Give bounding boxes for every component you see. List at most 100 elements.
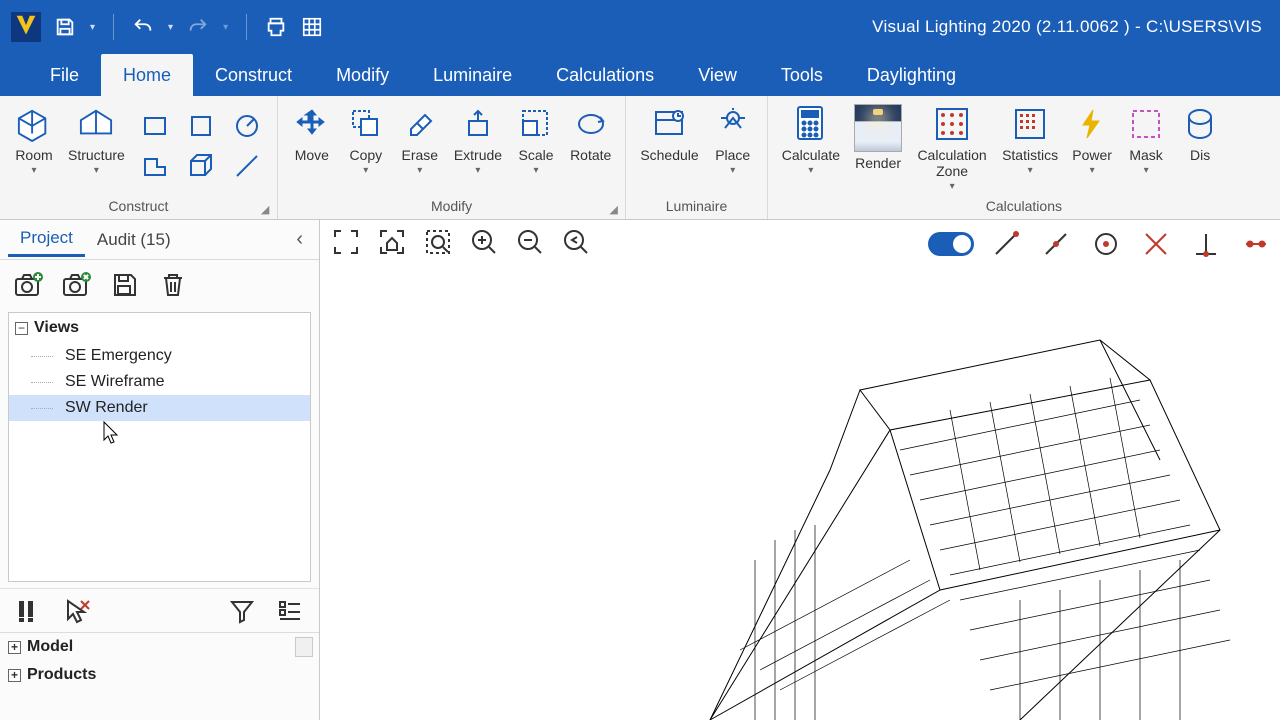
render-button[interactable]: Render <box>848 100 908 171</box>
ribbon-group-construct: Room ▾ Structure ▾ Co <box>0 96 278 219</box>
select-cancel-button[interactable] <box>60 594 94 628</box>
calc-zone-icon <box>932 104 972 144</box>
move-button[interactable]: Move <box>286 100 338 163</box>
filter-button[interactable] <box>225 594 259 628</box>
polygon-tool[interactable] <box>137 148 173 184</box>
quick-access-toolbar: ▾ ▾ ▾ <box>54 14 323 40</box>
sidebar-collapse-button[interactable]: ‹ <box>288 228 311 251</box>
menu-bar: File Home Construct Modify Luminaire Cal… <box>0 54 1280 96</box>
tab-luminaire[interactable]: Luminaire <box>411 54 534 96</box>
zoom-in-button[interactable] <box>466 224 502 260</box>
calc-zone-button[interactable]: Calculation Zone▾ <box>910 100 994 192</box>
tab-modify[interactable]: Modify <box>314 54 411 96</box>
render-icon <box>854 104 902 152</box>
qat-caret-2[interactable]: ▾ <box>168 22 173 33</box>
ribbon-group-calculations: Calculate▾ Render Calculation Zone▾ Stat… <box>768 96 1280 219</box>
tree-item-se-emergency[interactable]: SE Emergency <box>9 343 310 369</box>
extrude-button[interactable]: Extrude▾ <box>448 100 508 176</box>
zoom-out-button[interactable] <box>512 224 548 260</box>
camera-add-button[interactable] <box>12 268 46 302</box>
calculator-icon <box>791 104 831 144</box>
mask-button[interactable]: Mask▾ <box>1120 100 1172 176</box>
mask-icon <box>1126 104 1166 144</box>
snap-center-button[interactable] <box>1088 226 1124 262</box>
room-button[interactable]: Room ▾ <box>8 100 60 176</box>
modify-launcher[interactable]: ◢ <box>609 203 621 215</box>
structure-button[interactable]: Structure ▾ <box>62 100 131 176</box>
list-options-button[interactable] <box>273 594 307 628</box>
undo-button[interactable] <box>132 16 154 38</box>
power-button[interactable]: Power▾ <box>1066 100 1118 176</box>
viewport[interactable] <box>320 220 1280 720</box>
room-icon <box>14 104 54 144</box>
tree-item-se-wireframe[interactable]: SE Wireframe <box>9 369 310 395</box>
window-title: Visual Lighting 2020 (2.11.0062 ) - C:\U… <box>323 17 1272 37</box>
tab-home[interactable]: Home <box>101 54 193 96</box>
box3d-tool[interactable] <box>183 148 219 184</box>
sidebar-tab-audit[interactable]: Audit (15) <box>85 224 183 256</box>
distribution-button[interactable]: Dis <box>1174 100 1226 163</box>
zoom-region-button[interactable] <box>420 224 456 260</box>
app-logo <box>8 9 44 45</box>
print-button[interactable] <box>265 16 287 38</box>
scrollbar[interactable] <box>295 637 313 657</box>
tree-root-views[interactable]: − Views <box>9 313 310 343</box>
rectangle-tool[interactable] <box>137 108 173 144</box>
box-tool[interactable] <box>183 108 219 144</box>
circle-tool[interactable] <box>229 108 265 144</box>
redo-button[interactable] <box>187 16 209 38</box>
snap-midpoint-button[interactable] <box>1038 226 1074 262</box>
title-bar: ▾ ▾ ▾ Visual Lighting 2020 (2.11.0062 ) … <box>0 0 1280 54</box>
viewport-toolbar <box>328 224 594 260</box>
delete-view-button[interactable] <box>156 268 190 302</box>
structure-icon <box>76 104 116 144</box>
statistics-icon <box>1010 104 1050 144</box>
place-button[interactable]: Place▾ <box>707 100 759 176</box>
statistics-button[interactable]: Statistics▾ <box>996 100 1064 176</box>
ribbon-group-modify: Move Copy▾ Erase▾ Extrude▾ Scale▾ Rotate… <box>278 96 627 219</box>
qat-caret-3[interactable]: ▾ <box>223 22 228 33</box>
erase-icon <box>400 104 440 144</box>
scale-button[interactable]: Scale▾ <box>510 100 562 176</box>
model-section[interactable]: +Model <box>0 633 319 661</box>
sidebar-tab-project[interactable]: Project <box>8 222 85 257</box>
zoom-previous-button[interactable] <box>558 224 594 260</box>
save-button[interactable] <box>54 16 76 38</box>
line-tool[interactable] <box>229 148 265 184</box>
calculate-button[interactable]: Calculate▾ <box>776 100 846 176</box>
snap-nearest-button[interactable] <box>1238 226 1274 262</box>
tab-file[interactable]: File <box>28 54 101 96</box>
zoom-home-button[interactable] <box>374 224 410 260</box>
camera-gear-button[interactable] <box>60 268 94 302</box>
grid-button[interactable] <box>301 16 323 38</box>
snap-perpendicular-button[interactable] <box>1188 226 1224 262</box>
scale-icon <box>516 104 556 144</box>
distribution-icon <box>1180 104 1220 144</box>
zoom-extents-button[interactable] <box>328 224 364 260</box>
schedule-button[interactable]: Schedule <box>634 100 704 163</box>
sidebar: Project Audit (15) ‹ − Views SE Emergenc… <box>0 220 320 720</box>
snap-toggle[interactable] <box>928 232 974 256</box>
construct-launcher[interactable]: ◢ <box>261 203 273 215</box>
find-button[interactable] <box>12 594 46 628</box>
erase-button[interactable]: Erase▾ <box>394 100 446 176</box>
tab-daylighting[interactable]: Daylighting <box>845 54 978 96</box>
copy-button[interactable]: Copy▾ <box>340 100 392 176</box>
tab-construct[interactable]: Construct <box>193 54 314 96</box>
save-view-button[interactable] <box>108 268 142 302</box>
snap-endpoint-button[interactable] <box>988 226 1024 262</box>
snap-intersection-button[interactable] <box>1138 226 1174 262</box>
tab-tools[interactable]: Tools <box>759 54 845 96</box>
sidebar-bottom-tools <box>0 588 319 632</box>
products-section[interactable]: +Products <box>0 661 319 689</box>
viewport-right-tools <box>928 226 1274 262</box>
schedule-icon <box>650 104 690 144</box>
qat-caret-1[interactable]: ▾ <box>90 22 95 33</box>
tree-item-sw-render[interactable]: SW Render <box>9 395 310 421</box>
tab-view[interactable]: View <box>676 54 759 96</box>
ribbon-group-luminaire: Schedule Place▾ Luminaire <box>626 96 767 219</box>
building-wireframe <box>460 290 1280 720</box>
tab-calculations[interactable]: Calculations <box>534 54 676 96</box>
rotate-button[interactable]: Rotate <box>564 100 617 163</box>
extrude-icon <box>458 104 498 144</box>
